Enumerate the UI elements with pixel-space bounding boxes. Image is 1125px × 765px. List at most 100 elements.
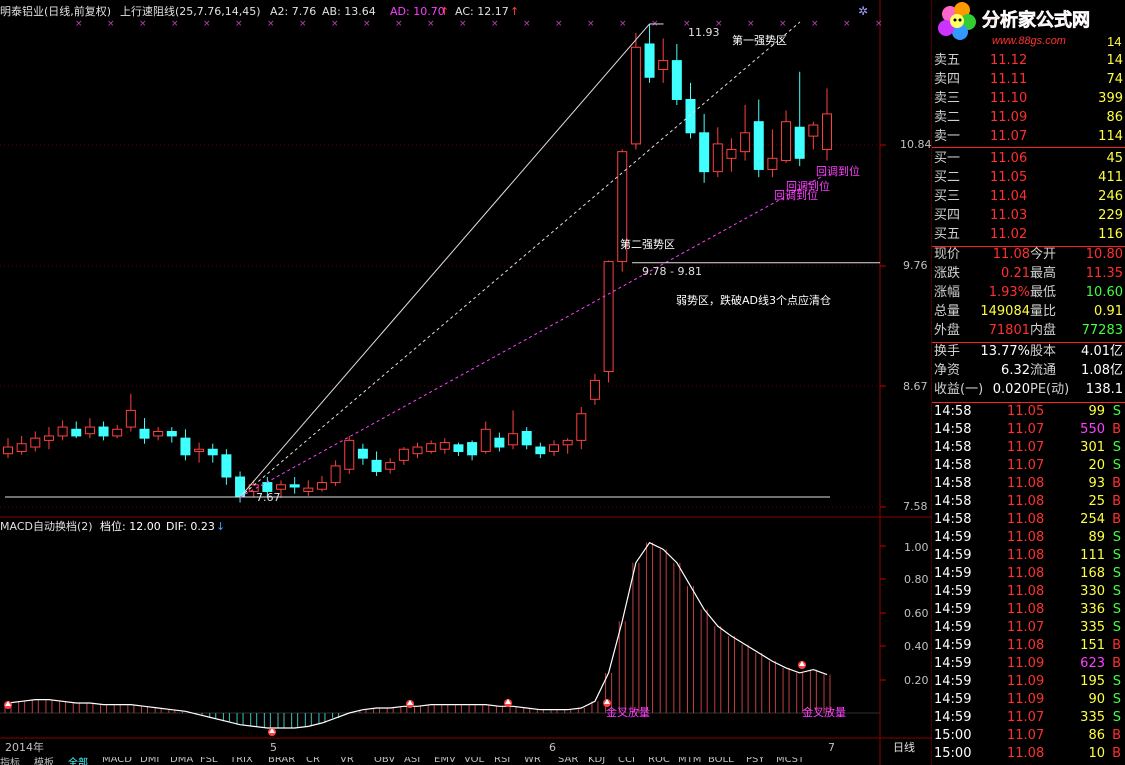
tab-sar[interactable]: SAR (558, 757, 578, 765)
flower-logo-icon (938, 2, 976, 40)
candle (453, 442, 464, 456)
candle (57, 420, 68, 441)
time-label: 6 (549, 741, 556, 754)
tick-row: 14:58 11.08 93 B (934, 476, 1121, 491)
ac-value: AC: 12.17 (455, 5, 509, 18)
gear-icon[interactable]: ✲ (858, 5, 868, 17)
candle (316, 475, 327, 492)
macd-level: 档位: 12.00 (100, 520, 161, 533)
candle (480, 421, 491, 454)
logo: 分析家公式网 www.88gs.com 14 (938, 2, 1121, 49)
tab-brar[interactable]: BRAR (268, 757, 295, 765)
tab-asi[interactable]: ASI (404, 757, 420, 765)
macd-indicator (0, 541, 880, 736)
svg-text:×: × (555, 19, 563, 29)
indicator-name[interactable]: 上行速阻线(25,7.76,14,45) (120, 6, 261, 17)
info-row: 净资 6.32 流通 1.08亿 (934, 363, 1123, 378)
candle (412, 442, 423, 459)
cross-marker-icon (504, 699, 512, 707)
tick-row: 14:59 11.08 151 B (934, 638, 1121, 653)
stat-row: 外盘 71801 内盘 77283 (934, 323, 1123, 338)
price-label: 9.76 (903, 259, 928, 272)
tab-cci[interactable]: CCI (618, 757, 635, 765)
candle (508, 410, 519, 450)
cross-marker-icon (268, 728, 276, 736)
candle (385, 458, 396, 474)
cross-marker-icon (798, 661, 806, 669)
tab-全部[interactable]: 全部 (68, 757, 88, 765)
candle (671, 43, 682, 106)
tab-dma[interactable]: DMA (170, 757, 193, 765)
tab-指标[interactable]: 指标 (0, 757, 20, 765)
tab-rsi[interactable]: RSI (494, 757, 510, 765)
ab-value: AB: 13.64 (322, 5, 376, 18)
tab-fsl[interactable]: FSL (200, 757, 218, 765)
tick-row: 14:59 11.08 330 S (934, 584, 1121, 599)
tab-roc[interactable]: ROC (648, 757, 670, 765)
tick-row: 14:59 11.07 335 S (934, 620, 1121, 635)
period-button[interactable]: 日线 (893, 742, 915, 753)
ad-value: AD: 10.70 (390, 5, 445, 18)
time-label: 2014年 (5, 741, 44, 754)
tab-模板[interactable]: 模板 (34, 757, 54, 765)
candle (822, 88, 832, 161)
candle (139, 418, 150, 444)
tick-row: 14:58 11.08 254 B (934, 512, 1121, 527)
buy-level: 买三 11.04 246 (934, 189, 1123, 204)
macd-label: 0.20 (904, 674, 929, 687)
tab-cr[interactable]: CR (306, 757, 320, 765)
macd-label: 0.60 (904, 607, 929, 620)
candle (685, 82, 696, 139)
dif-line (7, 541, 828, 729)
tick-row: 14:58 11.05 99 S (934, 404, 1121, 419)
tab-macd[interactable]: MACD (102, 757, 132, 765)
zone1-label: 第一强势区 (732, 34, 787, 47)
high-label: 11.93 (688, 26, 720, 39)
chart-area[interactable]: × × × × × × × × × × × × × × × × × × × × × × × × × × (0, 0, 932, 765)
tab-kdj[interactable]: KDJ (588, 757, 605, 765)
tick-row: 14:59 11.09 90 S (934, 692, 1121, 707)
a2-value: A2: 7.76 (270, 5, 317, 18)
stock-title: 明泰铝业(日线,前复权) (0, 5, 112, 18)
svg-text:×: × (779, 19, 787, 29)
candle (344, 435, 355, 474)
candle (43, 427, 54, 450)
candle (71, 421, 82, 439)
tab-emv[interactable]: EMV (434, 757, 456, 765)
sell-level: 卖三 11.10 399 (934, 91, 1123, 106)
candle (207, 443, 218, 463)
candle (794, 71, 805, 167)
tick-row: 14:58 11.08 25 B (934, 494, 1121, 509)
tab-psy[interactable]: PSY (746, 757, 765, 765)
sell-level: 卖二 11.09 86 (934, 110, 1123, 125)
tick-row: 14:59 11.07 335 S (934, 710, 1121, 725)
svg-text:×: × (459, 19, 467, 29)
tick-row: 14:59 11.09 195 S (934, 674, 1121, 689)
candle (30, 431, 41, 452)
stat-row: 涨幅 1.93% 最低 10.60 (934, 285, 1123, 300)
svg-text:×: × (811, 19, 819, 29)
tab-mtm[interactable]: MTM (678, 757, 701, 765)
svg-text:×: × (235, 19, 243, 29)
macd-dif: DIF: 0.23 (166, 520, 215, 533)
tab-vol[interactable]: VOL (464, 757, 484, 765)
info-row: 收益(一) 0.020 PE(动) 138.1 (934, 382, 1123, 397)
tab-boll[interactable]: BOLL (708, 757, 734, 765)
tab-obv[interactable]: OBV (374, 757, 395, 765)
svg-text:×: × (331, 19, 339, 29)
tab-dmi[interactable]: DMI (140, 757, 159, 765)
top-volume: 14 (1107, 34, 1121, 49)
tab-wr[interactable]: WR (524, 757, 541, 765)
tab-mcst[interactable]: MCST (776, 757, 804, 765)
tick-row: 14:58 11.07 550 B (934, 422, 1121, 437)
price-label: 10.84 (900, 138, 932, 151)
tick-row: 14:59 11.08 336 S (934, 602, 1121, 617)
svg-text:×: × (843, 19, 851, 29)
tab-vr[interactable]: VR (340, 757, 354, 765)
tab-trix[interactable]: TRIX (230, 757, 253, 765)
low-label: 7.67 (256, 491, 281, 504)
macd-title[interactable]: MACD自动换档(2) (0, 521, 93, 532)
svg-text:×: × (523, 19, 531, 29)
svg-text:×: × (363, 19, 371, 29)
svg-text:×: × (203, 19, 211, 29)
